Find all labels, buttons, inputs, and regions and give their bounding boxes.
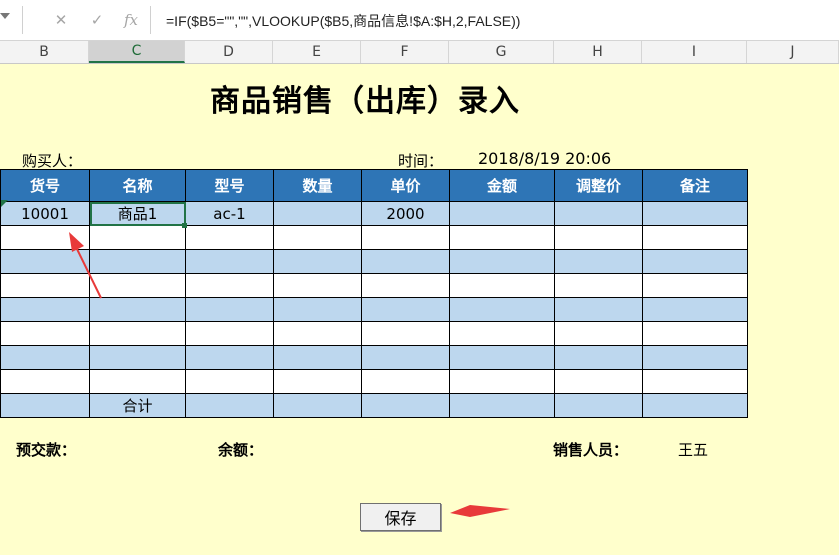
arrow-pointing-item-no-icon <box>69 232 102 299</box>
annotation-arrows <box>69 232 510 517</box>
arrow-pointing-save-button-icon <box>450 505 510 517</box>
